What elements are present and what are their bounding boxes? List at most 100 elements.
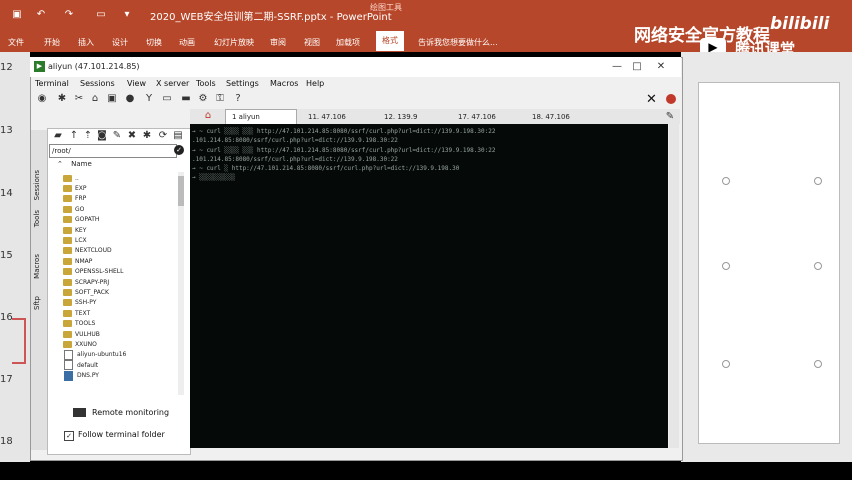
customize-qa-icon[interactable]: ▾ — [120, 9, 134, 21]
shape-handle[interactable] — [722, 360, 730, 368]
list-item[interactable]: default — [49, 360, 183, 371]
tools-icon[interactable]: ✂ — [73, 93, 85, 105]
terminal-screen[interactable] — [190, 124, 668, 448]
slide-number[interactable]: 13 — [0, 125, 13, 136]
tab-design[interactable]: 设计 — [112, 37, 128, 48]
tab-transitions[interactable]: 切换 — [146, 37, 162, 48]
menu-settings[interactable]: Settings — [226, 79, 259, 88]
monitor-icon[interactable] — [73, 408, 86, 417]
home-icon[interactable]: ⌂ — [89, 93, 101, 105]
tab-slideshow[interactable]: 幻灯片放映 — [214, 37, 254, 48]
slideshow-icon[interactable]: ▭ — [94, 9, 108, 21]
home-tab-icon[interactable]: ⌂ — [202, 110, 214, 122]
download-icon[interactable]: ◙ — [96, 130, 108, 142]
refresh-icon[interactable]: ⟳ — [157, 130, 169, 142]
list-item[interactable]: SOFT_PACK — [49, 287, 183, 297]
terminal-icon[interactable]: ▬ — [180, 93, 192, 105]
tab-label[interactable]: 1 aliyun — [232, 110, 260, 124]
list-item[interactable]: LCX — [49, 235, 183, 245]
key-icon[interactable]: ⚿ — [214, 93, 226, 105]
shape-handle[interactable] — [814, 262, 822, 270]
upload-icon[interactable]: ⇡ — [82, 130, 94, 142]
help-icon[interactable]: ? — [232, 93, 244, 105]
redo-icon[interactable]: ↷ — [62, 9, 76, 21]
follow-terminal-checkbox[interactable]: ✓ — [64, 431, 74, 441]
tab-label[interactable]: 12. 139.9 — [384, 110, 417, 124]
list-item[interactable]: TEXT — [49, 308, 183, 318]
shape-handle[interactable] — [814, 177, 822, 185]
confirm-path-icon[interactable]: ✓ — [174, 145, 184, 155]
slide-number[interactable]: 17 — [0, 374, 13, 385]
side-tab-macros[interactable]: Macros — [33, 254, 41, 279]
slide-number[interactable]: 18 — [0, 436, 13, 447]
maximize-button[interactable]: □ — [628, 60, 646, 74]
list-item[interactable]: OPENSSL-SHELL — [49, 267, 183, 277]
menu-help[interactable]: Help — [306, 79, 324, 88]
user-icon[interactable]: ● — [124, 93, 136, 105]
list-item[interactable]: EXP — [49, 183, 183, 193]
slide-number[interactable]: 15 — [0, 250, 13, 261]
undo-icon[interactable]: ↶ — [34, 9, 48, 21]
list-item[interactable]: NMAP — [49, 256, 183, 266]
tab-format[interactable]: 格式 — [376, 31, 404, 51]
shape-handle[interactable] — [814, 360, 822, 368]
tab-label[interactable]: 18. 47.106 — [532, 110, 570, 124]
list-item[interactable]: NEXTCLOUD — [49, 246, 183, 256]
sftp-path-input[interactable]: /root/ — [49, 144, 177, 158]
list-item[interactable]: XXUNO — [49, 339, 183, 349]
slide-number[interactable]: 12 — [0, 62, 13, 73]
list-item[interactable]: TOOLS — [49, 318, 183, 328]
slide-number[interactable]: 14 — [0, 188, 13, 199]
menu-xserver[interactable]: X server — [156, 79, 189, 88]
tab-label[interactable]: 17. 47.106 — [458, 110, 496, 124]
side-tab-sftp[interactable]: Sftp — [33, 296, 41, 310]
list-item[interactable]: .. — [49, 173, 183, 183]
menu-macros[interactable]: Macros — [270, 79, 298, 88]
gear-icon[interactable]: ⚙ — [197, 93, 209, 105]
remote-monitoring-button[interactable]: Remote monitoring — [92, 408, 169, 417]
network-icon[interactable]: Y — [143, 93, 155, 105]
folder-icon[interactable]: ▰ — [52, 130, 64, 142]
tab-label[interactable]: 11. 47.106 — [308, 110, 346, 124]
list-item[interactable]: SSH-PY — [49, 298, 183, 308]
x-logo-icon[interactable]: ✕ — [646, 92, 657, 107]
tab-addins[interactable]: 加载项 — [336, 37, 360, 48]
save-icon[interactable]: ▣ — [10, 9, 24, 21]
menu-tools[interactable]: Tools — [196, 79, 216, 88]
close-button[interactable]: ✕ — [652, 60, 670, 74]
menu-terminal[interactable]: Terminal — [35, 79, 69, 88]
list-item[interactable]: DNS.PY — [49, 370, 183, 381]
list-item[interactable]: KEY — [49, 225, 183, 235]
tab-view[interactable]: 视图 — [304, 37, 320, 48]
list-item[interactable]: VULHUB — [49, 329, 183, 339]
edit-icon[interactable]: ✎ — [111, 130, 123, 142]
list-item[interactable]: aliyun-ubuntu16 — [49, 349, 183, 360]
minimize-button[interactable]: — — [608, 60, 626, 74]
session-icon[interactable]: ◉ — [36, 93, 48, 105]
tab-animations[interactable]: 动画 — [179, 37, 195, 48]
tab-review[interactable]: 审阅 — [270, 37, 286, 48]
side-tab-sessions[interactable]: Sessions — [33, 170, 41, 200]
tab-insert[interactable]: 插入 — [78, 37, 94, 48]
list-item[interactable]: GO — [49, 204, 183, 214]
menu-view[interactable]: View — [127, 79, 146, 88]
tell-me-search[interactable]: 告诉我您想要做什么... — [418, 37, 498, 48]
up-arrow-icon[interactable]: ↑ — [68, 130, 80, 142]
settings-icon[interactable]: ✱ — [141, 130, 153, 142]
tab-file[interactable]: 文件 — [8, 37, 24, 48]
power-icon[interactable] — [666, 94, 676, 104]
scrollbar-thumb[interactable] — [178, 176, 184, 206]
terminal-scrollbar[interactable] — [669, 124, 679, 448]
settings-icon[interactable]: ✱ — [56, 93, 68, 105]
shape-handle[interactable] — [722, 177, 730, 185]
shape-handle[interactable] — [722, 262, 730, 270]
tab-home[interactable]: 开始 — [44, 37, 60, 48]
display-icon[interactable]: ▭ — [161, 93, 173, 105]
delete-icon[interactable]: ✖ — [126, 130, 138, 142]
list-item[interactable]: GOPATH — [49, 215, 183, 225]
list-item[interactable]: FRP — [49, 194, 183, 204]
lock-icon[interactable]: ▣ — [106, 93, 118, 105]
slide-number[interactable]: 16 — [0, 312, 13, 323]
list-item[interactable]: SCRAPY-PRJ — [49, 277, 183, 287]
column-header[interactable]: ⌃ Name — [49, 160, 187, 171]
